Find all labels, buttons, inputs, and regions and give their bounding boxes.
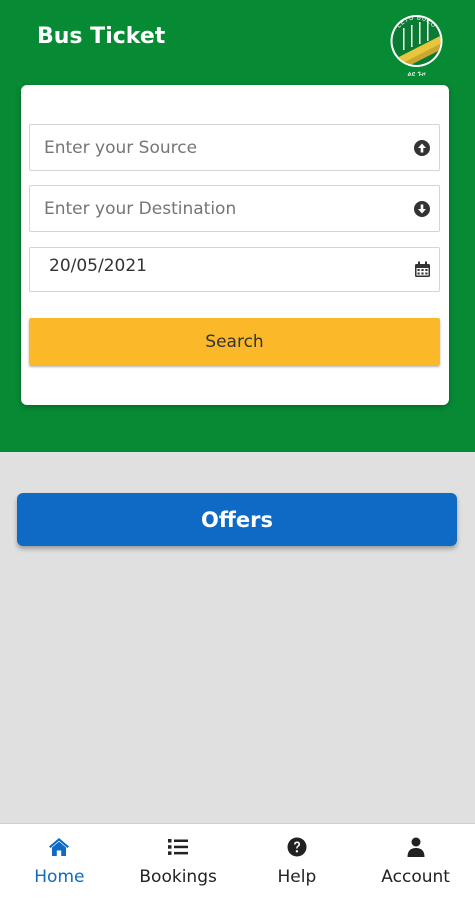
source-input[interactable] — [30, 137, 390, 158]
arrow-circle-down-icon[interactable] — [413, 200, 431, 218]
nav-label-bookings: Bookings — [139, 867, 217, 887]
arrow-circle-up-icon[interactable] — [413, 139, 431, 157]
calendar-icon[interactable] — [413, 261, 431, 279]
date-field[interactable]: 20/05/2021 — [29, 247, 440, 292]
search-button[interactable]: Search — [29, 318, 440, 365]
help-circle-icon — [286, 836, 308, 858]
search-card: 20/05/2021 Search — [21, 85, 449, 405]
nav-item-home[interactable]: Home — [0, 824, 119, 900]
brand-logo: LEYU BUZO ልዩ ጉዞ — [389, 4, 444, 80]
bottom-nav: Home Bookings Help Account — [0, 823, 475, 900]
nav-label-account: Account — [381, 867, 450, 887]
destination-input[interactable] — [30, 198, 390, 219]
nav-label-home: Home — [34, 867, 85, 887]
logo-bottom-text: ልዩ ጉዞ — [407, 70, 426, 78]
nav-item-bookings[interactable]: Bookings — [119, 824, 238, 900]
nav-item-help[interactable]: Help — [238, 824, 357, 900]
nav-item-account[interactable]: Account — [356, 824, 475, 900]
offers-button[interactable]: Offers — [17, 493, 457, 546]
list-icon — [167, 836, 189, 858]
nav-label-help: Help — [277, 867, 317, 887]
source-field[interactable] — [29, 124, 440, 171]
user-icon — [405, 836, 427, 858]
destination-field[interactable] — [29, 185, 440, 232]
page-title: Bus Ticket — [37, 24, 166, 49]
date-value[interactable]: 20/05/2021 — [30, 256, 400, 276]
home-icon — [48, 836, 70, 858]
